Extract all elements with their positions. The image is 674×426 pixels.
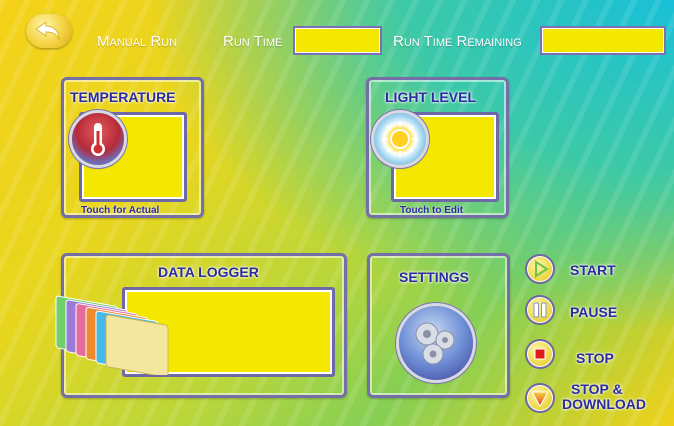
run-time-remaining-field	[540, 26, 666, 55]
download-icon	[525, 383, 555, 413]
folders-icon	[52, 295, 172, 378]
thermometer-icon	[72, 113, 124, 165]
stop-download-label-line1: STOP &	[571, 381, 623, 397]
stop-icon	[525, 339, 555, 369]
pause-label: PAUSE	[570, 304, 618, 320]
pause-button[interactable]: PAUSE	[525, 294, 665, 326]
gears-icon	[399, 306, 473, 380]
back-button[interactable]	[26, 14, 72, 48]
back-arrow-icon	[35, 21, 60, 41]
start-button[interactable]: START	[525, 253, 665, 285]
stop-download-button[interactable]: STOP & DOWNLOAD	[525, 378, 670, 418]
stop-download-label-line2: DOWNLOAD	[562, 396, 646, 412]
light-level-title: LIGHT LEVEL	[385, 89, 476, 105]
light-level-hint: Touch to Edit	[400, 205, 464, 216]
pause-icon	[525, 295, 555, 325]
run-time-remaining-label: Run Time Remaining	[393, 33, 522, 50]
mode-label: Manual Run	[97, 33, 178, 50]
settings-title: SETTINGS	[399, 269, 470, 285]
stop-label: STOP	[576, 350, 614, 366]
stop-button[interactable]: STOP	[525, 338, 665, 370]
temperature-title: TEMPERATURE	[70, 89, 176, 105]
run-time-field	[293, 26, 382, 55]
data-logger-title: DATA LOGGER	[158, 264, 259, 280]
temperature-hint: Touch for Actual	[81, 205, 160, 216]
run-time-label: Run Time	[223, 33, 283, 50]
play-icon	[525, 254, 555, 284]
sun-icon	[374, 113, 426, 165]
start-label: START	[570, 262, 616, 278]
